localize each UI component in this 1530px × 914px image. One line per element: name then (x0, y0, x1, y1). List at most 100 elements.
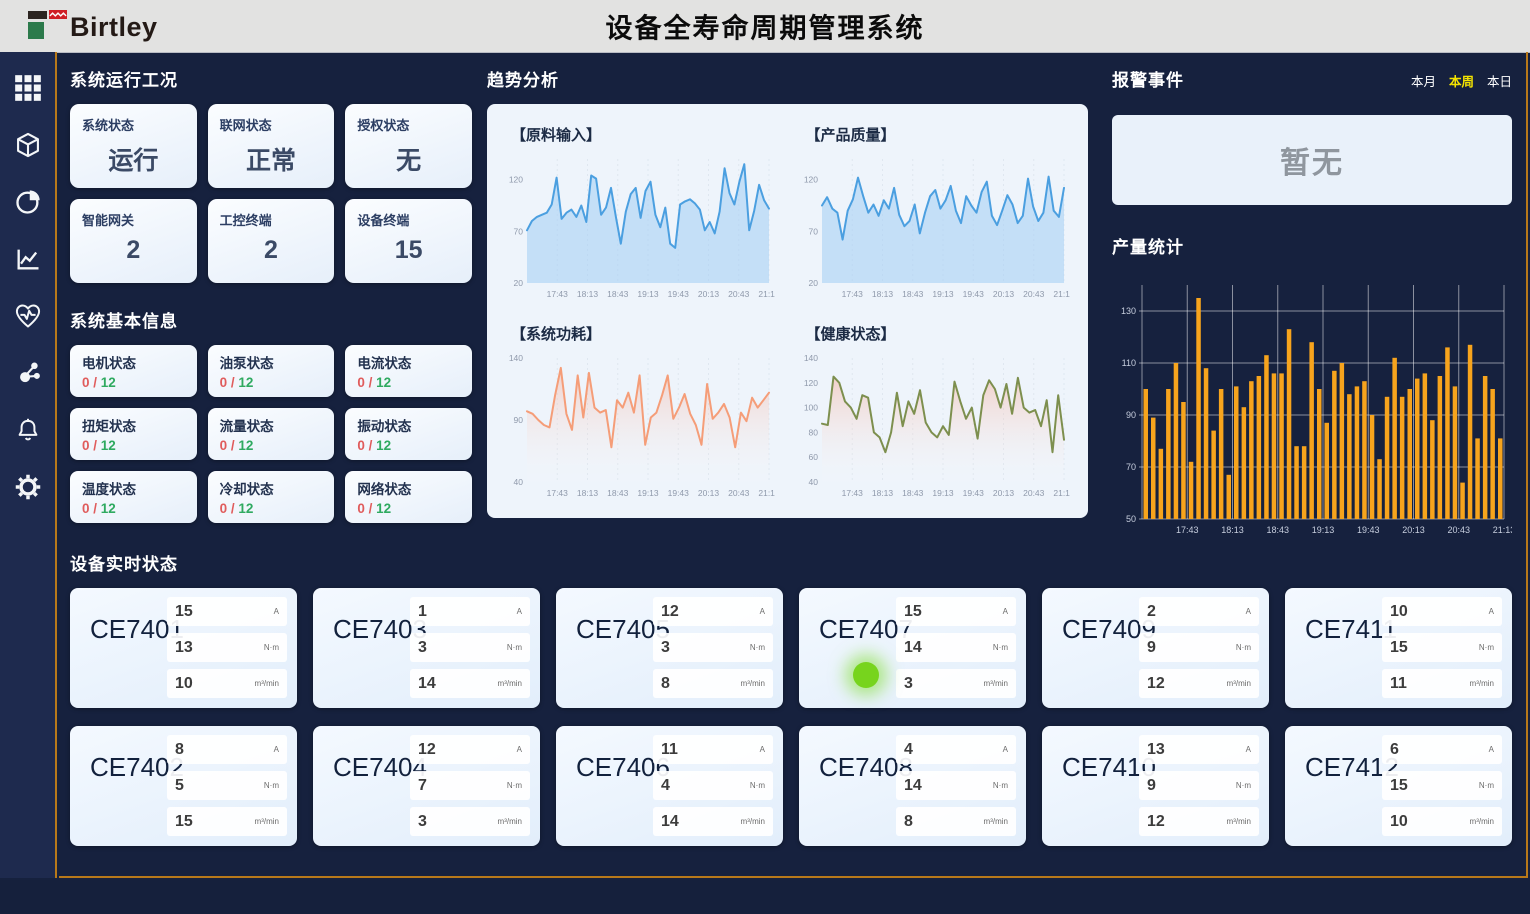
metric-value: 6 (1390, 741, 1399, 759)
svg-text:21:13: 21:13 (758, 289, 775, 299)
equipment-metric-row: 13N·m (167, 633, 287, 662)
total-count: 12 (101, 438, 116, 453)
metric-unit: N·m (750, 643, 765, 652)
metric-unit: N·m (1479, 643, 1494, 652)
metric-value: 15 (1390, 777, 1408, 795)
trend-chart-raw-material-input-plot: 17:4318:1318:4319:1319:4320:1320:4321:13… (501, 149, 775, 301)
trend-chart-system-power-plot: 17:4318:1318:4319:1319:4320:1320:4321:13… (501, 348, 775, 500)
equipment-card-ce7404[interactable]: CE740412A7N·m3m³/min (313, 726, 540, 846)
metric-unit: N·m (507, 781, 522, 790)
info-card-label: 温度状态 (82, 478, 185, 498)
equipment-metric-row: 14 N·m (896, 771, 1016, 800)
metric-unit: m³/min (1227, 679, 1251, 688)
alarm-tab-week[interactable]: 本周 (1449, 71, 1474, 90)
metric-value: 3 (418, 639, 427, 657)
equipment-card-ce7410[interactable]: CE741013A9N·m12m³/min (1042, 726, 1269, 846)
fault-count: 0 / (82, 438, 101, 453)
alarm-tab-today[interactable]: 本日 (1487, 71, 1512, 90)
status-card-value: 2 (82, 236, 185, 265)
equipment-metric-row: 4A (896, 735, 1016, 764)
status-card-label: 设备终端 (357, 210, 460, 229)
svg-text:19:13: 19:13 (932, 289, 954, 299)
metric-value: 3 (661, 639, 670, 657)
metric-value: 14 (904, 639, 922, 657)
svg-text:50: 50 (1126, 514, 1136, 524)
metric-value: 14 (418, 675, 436, 693)
metric-unit: A (517, 607, 522, 616)
metric-unit: m³/min (498, 817, 522, 826)
equipment-metrics: 11A4N·m14m³/min (653, 735, 773, 836)
health-pulse-icon[interactable] (14, 302, 42, 330)
equipment-card-ce7407[interactable]: CE740715A14N·m3m³/min (799, 588, 1026, 708)
total-count: 12 (376, 438, 391, 453)
svg-text:21:13: 21:13 (1053, 488, 1070, 498)
svg-text:19:13: 19:13 (1312, 525, 1335, 535)
svg-text:19:13: 19:13 (637, 289, 659, 299)
metric-value: 12 (418, 741, 436, 759)
metric-value: 14 (904, 777, 922, 795)
status-card: 授权状态无 (345, 104, 472, 188)
svg-text:20:13: 20:13 (992, 488, 1014, 498)
trend-chart-raw-material-input: 【原料输入】17:4318:1318:4319:1319:4320:1320:4… (493, 112, 788, 311)
svg-text:40: 40 (808, 477, 818, 487)
line-chart-icon[interactable] (14, 245, 42, 273)
equipment-metric-row: 11m³/min (1382, 669, 1502, 698)
metric-unit: m³/min (255, 817, 279, 826)
logo-dark-block (28, 11, 47, 19)
equipment-metric-row: 10A (1382, 597, 1502, 626)
metric-unit: N·m (264, 643, 279, 652)
svg-text:18:13: 18:13 (1221, 525, 1244, 535)
metric-value: 7 (418, 777, 427, 795)
fault-count: 0 / (357, 501, 376, 516)
pie-chart-icon[interactable] (14, 188, 42, 216)
svg-text:20: 20 (514, 278, 524, 288)
equipment-card-ce7405[interactable]: CE740512A3N·m8m³/min (556, 588, 783, 708)
equipment-metric-row: 13A (1139, 735, 1259, 764)
equipment-card-ce7409[interactable]: CE74092A9N·m12m³/min (1042, 588, 1269, 708)
trend-charts-card: 【原料输入】17:4318:1318:4319:1319:4320:1320:4… (487, 104, 1088, 518)
status-card-label: 工控终端 (220, 210, 323, 229)
info-card: 油泵状态0 / 12 (208, 345, 335, 397)
svg-text:19:43: 19:43 (1357, 525, 1380, 535)
equipment-card-ce7411[interactable]: CE741110A15N·m11m³/min (1285, 588, 1512, 708)
equipment-card-ce7408[interactable]: CE74084A14N·m8m³/min (799, 726, 1026, 846)
status-card: 工控终端 2 (208, 199, 335, 283)
svg-text:18:13: 18:13 (871, 289, 893, 299)
equipment-card-ce7406[interactable]: CE740611A4N·m14m³/min (556, 726, 783, 846)
metric-unit: A (760, 607, 765, 616)
equipment-metric-row: 15 N·m (1382, 771, 1502, 800)
info-card-stat: 0 / 12 (220, 501, 323, 516)
metric-unit: N·m (993, 781, 1008, 790)
metric-value: 8 (175, 741, 184, 759)
alarm-tab-month[interactable]: 本月 (1411, 71, 1436, 90)
molecule-icon[interactable] (14, 359, 42, 387)
metric-unit: A (1003, 607, 1008, 616)
equipment-card-ce7402[interactable]: CE74028A5N·m15m³/min (70, 726, 297, 846)
svg-text:19:43: 19:43 (668, 488, 690, 498)
info-card-stat: 0 / 12 (357, 438, 460, 453)
status-card: 设备终端15 (345, 199, 472, 283)
footer-bar (0, 880, 1530, 914)
equipment-card-ce7401[interactable]: CE740115A13N·m10m³/min (70, 588, 297, 708)
gear-icon[interactable] (14, 473, 42, 501)
equipment-card-ce7412[interactable]: CE74126A15N·m10m³/min (1285, 726, 1512, 846)
metric-unit: N·m (1479, 781, 1494, 790)
apps-grid-icon[interactable] (14, 74, 42, 102)
svg-text:18:13: 18:13 (577, 289, 599, 299)
equipment-card-ce7403[interactable]: CE74031A3N·m14m³/min (313, 588, 540, 708)
trend-chart-health-status-plot: 17:4318:1318:4319:1319:4320:1320:4321:13… (796, 348, 1070, 500)
svg-text:20:43: 20:43 (1447, 525, 1470, 535)
bell-icon[interactable] (14, 416, 42, 444)
metric-unit: m³/min (255, 679, 279, 688)
status-card-value: 2 (220, 236, 323, 265)
equipment-metrics: 1A3N·m14m³/min (410, 597, 530, 698)
equipment-metric-row: 6A (1382, 735, 1502, 764)
metric-value: 2 (1147, 603, 1156, 621)
equipment-metrics: 6A15N·m10m³/min (1382, 735, 1502, 836)
equipment-metrics: 4A14N·m8m³/min (896, 735, 1016, 836)
info-card-label: 扭矩状态 (82, 415, 185, 435)
metric-unit: N·m (750, 781, 765, 790)
cube-icon[interactable] (14, 131, 42, 159)
metric-unit: A (517, 745, 522, 754)
svg-text:19:13: 19:13 (932, 488, 954, 498)
